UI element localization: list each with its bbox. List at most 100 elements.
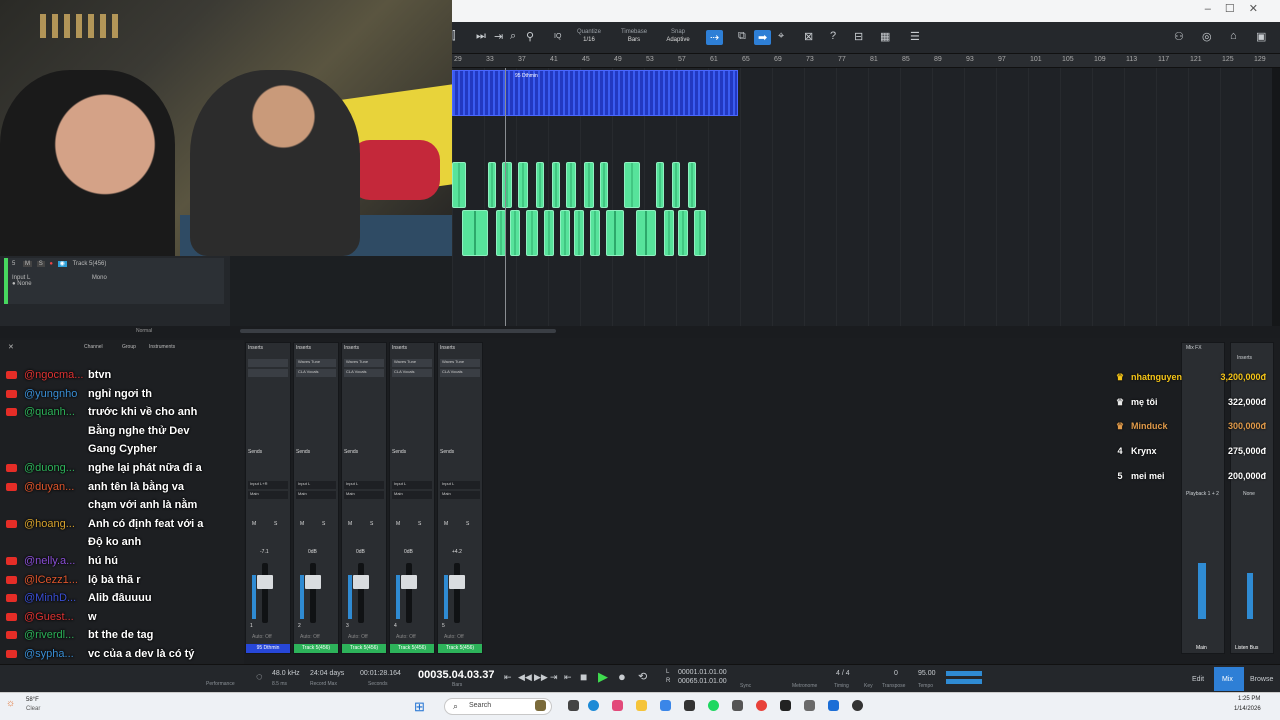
chat-username[interactable]: @MinhD...	[24, 589, 76, 608]
fader-cap[interactable]	[449, 575, 465, 589]
vocal-clip[interactable]	[526, 210, 538, 256]
vocal-clip[interactable]	[688, 162, 696, 208]
solo-button[interactable]: S	[274, 521, 277, 527]
automation-label[interactable]: Auto: Off	[252, 634, 272, 640]
vocal-clip[interactable]	[544, 210, 554, 256]
tempo-value[interactable]: 95.00	[918, 670, 936, 677]
edge-icon[interactable]	[588, 700, 599, 711]
vocal-clip[interactable]	[584, 162, 594, 208]
vocal-clip[interactable]	[510, 210, 520, 256]
spotify-icon[interactable]	[708, 700, 719, 711]
file-explorer-icon[interactable]	[636, 700, 647, 711]
vocal-clip[interactable]	[636, 210, 656, 256]
help-icon[interactable]: ?	[830, 30, 836, 42]
vocal-clip[interactable]	[678, 210, 688, 256]
solo-button[interactable]: S	[36, 261, 45, 267]
user-icon[interactable]: ⚇	[1174, 30, 1184, 43]
insert-slot[interactable]	[248, 359, 288, 367]
task-view-icon[interactable]	[568, 700, 579, 711]
channel-name[interactable]: Track 5(456)	[390, 644, 434, 653]
skip-icon[interactable]: ⏭	[476, 30, 486, 43]
channel-name[interactable]: Track 5(456)	[438, 644, 482, 653]
playhead[interactable]	[505, 68, 506, 328]
solo-button[interactable]: S	[370, 521, 373, 527]
chat-username[interactable]: @lCezz1...	[24, 571, 78, 590]
monitor-button[interactable]: ◉	[57, 261, 67, 267]
output-select[interactable]: Main	[296, 491, 336, 499]
chat-username[interactable]: @nelly.a...	[24, 552, 75, 571]
automation-label[interactable]: Auto: Off	[444, 634, 464, 640]
browse-tab[interactable]: Browse	[1250, 676, 1273, 683]
channel-strip[interactable]: Inserts Waves Tune CLA Vocals Sends Input L M…	[293, 342, 339, 654]
input-select[interactable]: Input L	[344, 481, 384, 489]
output-select[interactable]: Main	[392, 491, 432, 499]
channel-name[interactable]: Track 5(456)	[294, 644, 338, 653]
close-icon[interactable]: ✕	[8, 343, 14, 351]
chat-username[interactable]: @duong...	[24, 459, 75, 478]
group-tab[interactable]: Group	[122, 344, 136, 350]
fader-cap[interactable]	[401, 575, 417, 589]
mute-button[interactable]: M	[252, 521, 256, 527]
chat-username[interactable]: @hoang...	[24, 515, 75, 534]
channel-name[interactable]: 95 Dthmin	[246, 644, 290, 653]
transpose-value[interactable]: 0	[894, 670, 898, 677]
track-output-row[interactable]: ● None	[12, 281, 220, 287]
taskbar-app4-icon[interactable]	[804, 700, 815, 711]
return-zero-icon[interactable]: ⇥	[550, 672, 558, 683]
go-end-icon[interactable]: ⇤	[564, 672, 572, 683]
insert-slot-2[interactable]: CLA Vocals	[296, 369, 336, 377]
chat-username[interactable]: @duyan...	[24, 478, 74, 497]
vertical-scrollbar[interactable]	[1272, 68, 1280, 328]
mix-tab[interactable]: Mix	[1222, 676, 1233, 683]
copilot-icon[interactable]	[612, 700, 623, 711]
tool-select-icon[interactable]: ⧉	[738, 30, 746, 43]
output-select[interactable]: Main	[440, 491, 480, 499]
home-icon[interactable]: ⌂	[1230, 30, 1237, 42]
input-select[interactable]: Input L+R	[248, 481, 288, 489]
vocal-clip[interactable]	[672, 162, 680, 208]
layout-icon[interactable]: ☰	[910, 30, 920, 43]
audio-bend-icon[interactable]: ⚲	[526, 30, 534, 43]
channel-tab[interactable]: Channel	[84, 344, 103, 350]
fader-cap[interactable]	[353, 575, 369, 589]
audio-clip-beat[interactable]: 95 Dthmin	[452, 70, 738, 116]
automation-label[interactable]: Auto: Off	[396, 634, 416, 640]
insert-slot-2[interactable]: CLA Vocals	[392, 369, 432, 377]
arrow-tool-button[interactable]: ➡	[754, 30, 772, 45]
taskbar-app3-icon[interactable]	[780, 700, 791, 711]
vocal-clip[interactable]	[566, 162, 576, 208]
stop-button[interactable]: ■	[580, 670, 587, 684]
play-button[interactable]: ▶	[598, 669, 608, 685]
loop-button[interactable]: ⟲	[638, 670, 647, 683]
taskbar-app2-icon[interactable]	[684, 700, 695, 711]
time-signature[interactable]: 4 / 4	[836, 670, 850, 677]
iq-label[interactable]: IQ	[554, 33, 561, 40]
loop-icon[interactable]: ⇤	[504, 672, 512, 683]
record-button[interactable]: ●	[618, 669, 626, 684]
channel-strip[interactable]: Inserts Waves Tune CLA Vocals Sends Input L M…	[389, 342, 435, 654]
chat-username[interactable]: @quanh...	[24, 403, 75, 422]
split-tool-icon[interactable]: ⊠	[804, 30, 813, 43]
toolbar-handle-icon[interactable]: ⫿	[452, 30, 456, 43]
vocal-clip[interactable]	[664, 210, 674, 256]
window-icon[interactable]: ▣	[1256, 30, 1266, 43]
zoom-icon[interactable]: ⌕	[510, 30, 516, 43]
record-arm-icon[interactable]: ●	[49, 261, 53, 267]
vocal-clip[interactable]	[574, 210, 584, 256]
next-marker-icon[interactable]: ⇥	[494, 30, 503, 43]
chrome-icon[interactable]	[756, 700, 767, 711]
automation-label[interactable]: Auto: Off	[348, 634, 368, 640]
insert-slot-2[interactable]	[248, 369, 288, 377]
chat-username[interactable]: @ngocma...	[24, 366, 83, 385]
range-tool-icon[interactable]: ⌖	[778, 30, 784, 43]
channel-name[interactable]: Track 5(456)	[342, 644, 386, 653]
mute-button[interactable]: M	[300, 521, 304, 527]
loop-start[interactable]: 00001.01.01.00	[678, 669, 727, 676]
vocal-clip[interactable]	[560, 210, 570, 256]
insert-slot-2[interactable]: CLA Vocals	[344, 369, 384, 377]
volume-fader[interactable]	[406, 563, 412, 623]
mode-label[interactable]: Normal	[136, 328, 152, 334]
volume-fader[interactable]	[262, 563, 268, 623]
vocal-clip[interactable]	[518, 162, 528, 208]
vocal-clip[interactable]	[536, 162, 544, 208]
